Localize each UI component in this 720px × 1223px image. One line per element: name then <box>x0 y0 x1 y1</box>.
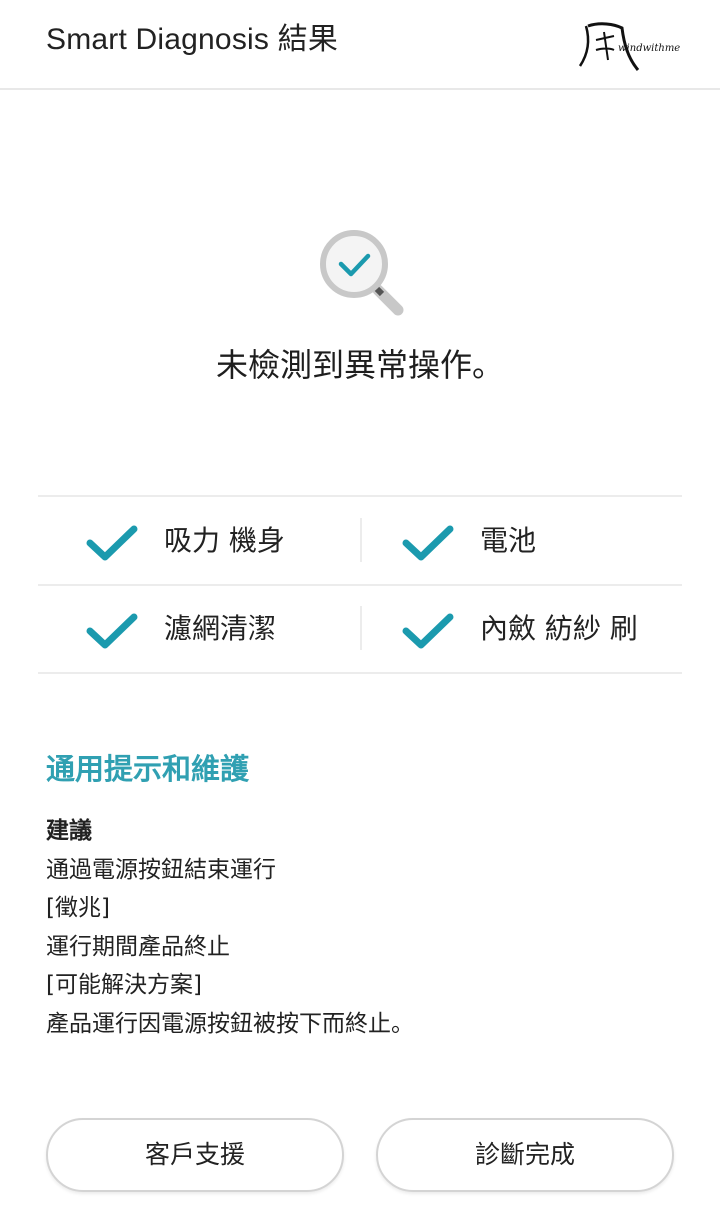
check-item-label: 濾網清潔 <box>164 612 277 645</box>
tips-line: [徵兆] <box>46 895 110 922</box>
checkmark-icon <box>86 613 138 649</box>
check-item-label: 吸力 機身 <box>164 524 285 557</box>
app-header: Smart Diagnosis 結果 windwithme <box>0 0 720 90</box>
page-title: Smart Diagnosis 結果 <box>46 23 339 56</box>
checkmark-icon <box>402 613 454 649</box>
watermark-text: windwithme <box>618 43 681 54</box>
checkmark-icon <box>402 525 454 561</box>
check-item-suction: 吸力 機身 <box>38 497 358 585</box>
tips-line: 運行期間產品終止 <box>46 933 230 960</box>
tips-section-title: 通用提示和維護 <box>46 752 250 786</box>
check-item-label: 內斂 紡紗 刷 <box>480 612 638 645</box>
result-message: 未檢測到異常操作。 <box>215 346 504 384</box>
customer-support-button[interactable]: 客戶支援 <box>46 1118 344 1192</box>
diagnosis-complete-button[interactable]: 診斷完成 <box>376 1118 674 1192</box>
check-item-battery: 電池 <box>354 497 674 585</box>
checkmark-icon <box>86 525 138 561</box>
check-item-brush: 內斂 紡紗 刷 <box>354 585 674 673</box>
watermark-logo: windwithme <box>578 20 688 76</box>
tips-line: 產品運行因電源按鈕被按下而終止。 <box>46 1010 414 1037</box>
tips-line: 通過電源按鈕結束運行 <box>46 856 276 883</box>
magnifier-check-icon <box>316 228 406 318</box>
tips-body: 建議 通過電源按鈕結束運行 [徵兆] 運行期間產品終止 [可能解決方案] 產品運… <box>46 812 414 1044</box>
tips-line: [可能解決方案] <box>46 972 202 999</box>
tips-heading: 建議 <box>46 818 92 844</box>
check-item-label: 電池 <box>480 524 537 557</box>
check-item-filter: 濾網清潔 <box>38 585 358 673</box>
